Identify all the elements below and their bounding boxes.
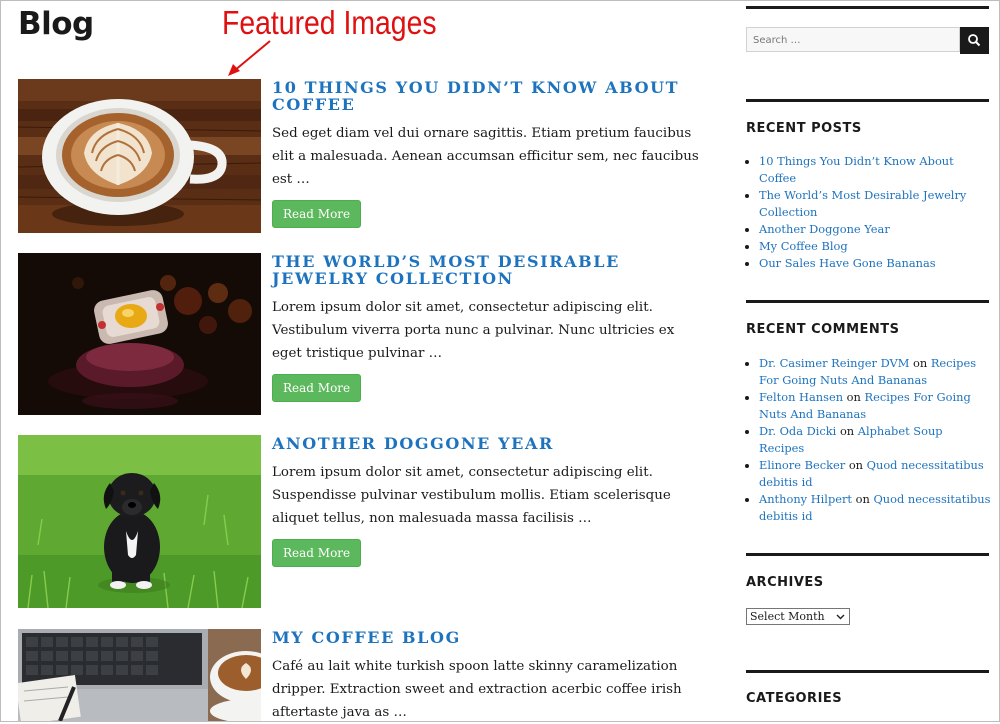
widget-divider [746,300,989,303]
featured-image-jewelry[interactable] [18,253,261,415]
featured-image-puppy[interactable] [18,435,261,608]
chevron-down-icon [836,614,845,620]
post-body: Another Doggone Year Lorem ipsum dolor s… [272,435,708,567]
list-item: Anthony Hilpert on Quod necessitatibus d… [759,491,991,525]
post-title-link[interactable]: Another Doggone Year [272,435,708,452]
comment-on-text: on [848,458,864,472]
post-item: Another Doggone Year Lorem ipsum dolor s… [18,435,708,609]
list-item: Dr. Casimer Reinger DVM on Recipes For G… [759,355,991,389]
post-title-link[interactable]: The World’s Most Desirable Jewelry Colle… [272,253,708,287]
comment-on-text: on [846,390,861,404]
post-item: My Coffee Blog Café au lait white turkis… [18,629,708,722]
comment-author-link[interactable]: Dr. Oda Dicki [759,424,836,438]
recent-post-link[interactable]: 10 Things You Didn’t Know About Coffee [759,154,954,185]
featured-image-laptop-coffee[interactable] [18,629,261,721]
recent-posts-title: RECENT POSTS [746,121,862,136]
list-item: Elinore Becker on Quod necessitatibus de… [759,457,991,491]
featured-image-coffee[interactable] [18,79,261,233]
categories-title: CATEGORIES [746,691,843,706]
post-excerpt: Lorem ipsum dolor sit amet, consectetur … [272,300,675,361]
post-title-link[interactable]: My Coffee Blog [272,629,708,646]
widget-divider [746,670,989,673]
post-item: The World’s Most Desirable Jewelry Colle… [18,253,708,416]
recent-post-link[interactable]: My Coffee Blog [759,239,848,253]
page-title: Blog [18,6,94,42]
comment-author-link[interactable]: Anthony Hilpert [759,492,852,506]
archives-title: ARCHIVES [746,575,824,590]
read-more-button[interactable]: Read More [272,539,362,567]
list-item: 10 Things You Didn’t Know About Coffee [759,153,991,187]
post-body: 10 Things You Didn’t Know About Coffee S… [272,79,708,228]
archives-select-value: Select Month [750,610,825,623]
recent-posts-list: 10 Things You Didn’t Know About Coffee T… [746,153,991,272]
post-body: My Coffee Blog Café au lait white turkis… [272,629,708,724]
read-more-button[interactable]: Read More [272,374,362,402]
archives-month-select[interactable]: Select Month [746,608,850,625]
search-icon [968,34,981,47]
search-input[interactable]: Search … [746,27,960,52]
widget-divider [746,6,989,9]
comment-on-text: on [855,492,870,506]
post-body: The World’s Most Desirable Jewelry Colle… [272,253,708,402]
comment-author-link[interactable]: Dr. Casimer Reinger DVM [759,356,909,370]
list-item: Another Doggone Year [759,221,991,238]
comment-author-link[interactable]: Elinore Becker [759,458,845,472]
comment-on-text: on [913,356,928,370]
recent-comments-list: Dr. Casimer Reinger DVM on Recipes For G… [746,355,991,525]
post-excerpt: Sed eget diam vel dui ornare sagittis. E… [272,126,699,187]
list-item: Dr. Oda Dicki on Alphabet Soup Recipes [759,423,991,457]
search-button[interactable] [960,27,989,54]
annotation-arrow-icon [228,40,271,76]
post-item: 10 Things You Didn’t Know About Coffee S… [18,79,708,234]
comment-on-text: on [839,424,855,438]
list-item: Felton Hansen on Recipes For Going Nuts … [759,389,991,423]
comment-author-link[interactable]: Felton Hansen [759,390,843,404]
widget-divider [746,99,989,102]
post-excerpt: Lorem ipsum dolor sit amet, consectetur … [272,465,671,526]
widget-divider [746,553,989,556]
post-title-link[interactable]: 10 Things You Didn’t Know About Coffee [272,79,708,113]
list-item: The World’s Most Desirable Jewelry Colle… [759,187,991,221]
list-item: My Coffee Blog [759,238,991,255]
recent-post-link[interactable]: Our Sales Have Gone Bananas [759,256,936,270]
list-item: Our Sales Have Gone Bananas [759,255,991,272]
featured-images-annotation: Featured Images [222,4,437,41]
recent-post-link[interactable]: The World’s Most Desirable Jewelry Colle… [759,188,966,219]
post-excerpt: Café au lait white turkish spoon latte s… [272,659,682,720]
read-more-button[interactable]: Read More [272,200,362,228]
recent-comments-title: RECENT COMMENTS [746,322,900,337]
recent-post-link[interactable]: Another Doggone Year [759,222,890,236]
